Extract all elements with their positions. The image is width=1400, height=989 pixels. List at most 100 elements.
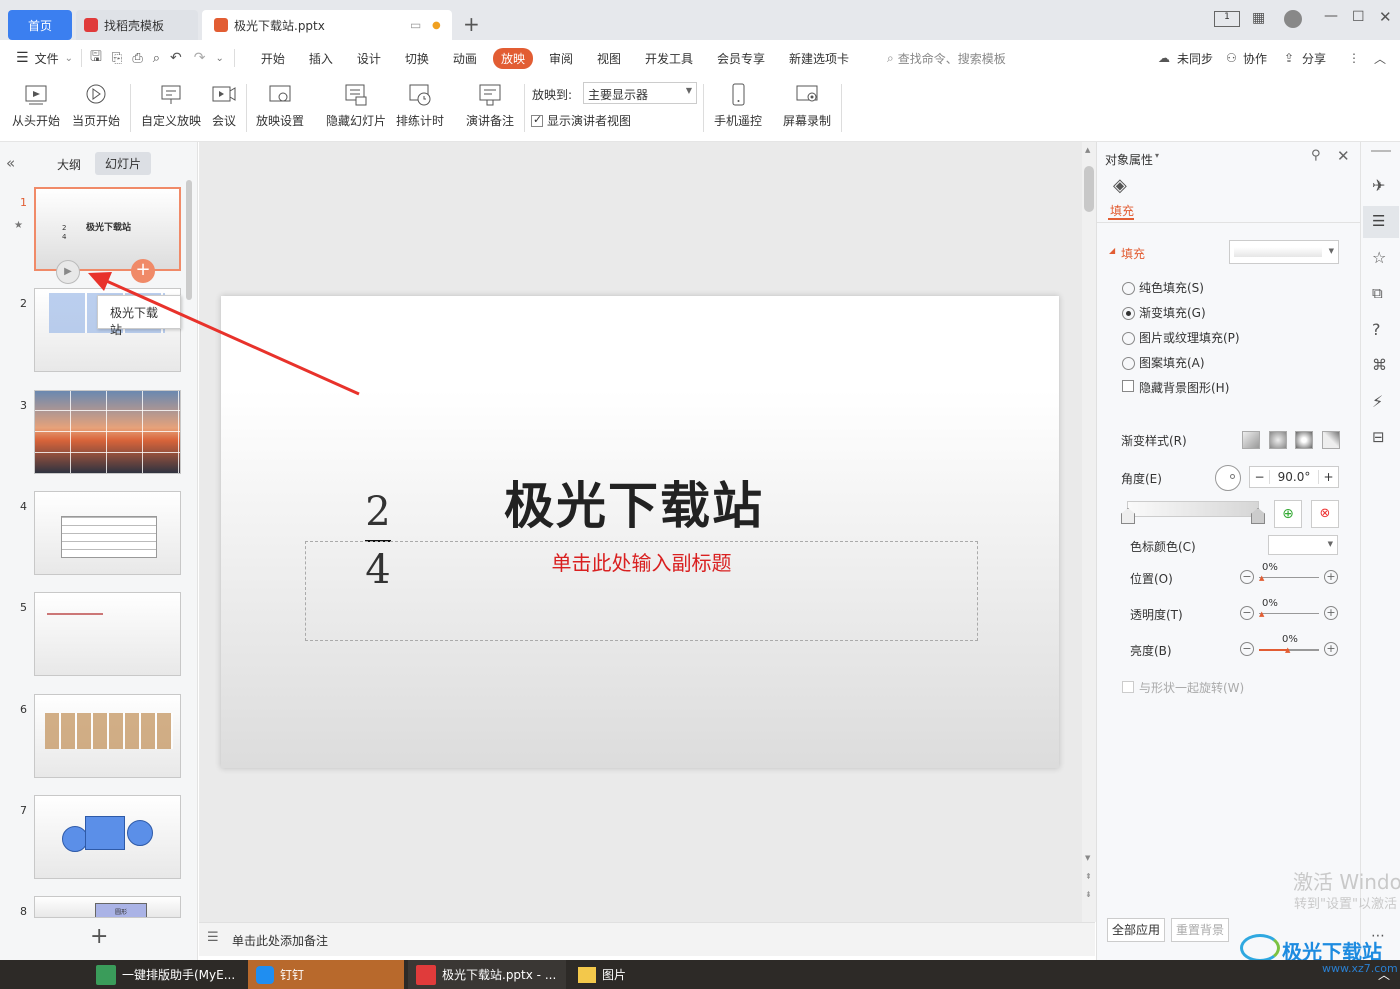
taskbar-item-wps[interactable]: 极光下载站.pptx - ... (408, 960, 566, 989)
angle-dial[interactable] (1215, 465, 1241, 491)
brightness-value: 0% (1282, 634, 1298, 645)
speaker-notes-button[interactable]: 演讲备注 (466, 82, 514, 129)
slide-title[interactable]: 极光下载站 (504, 466, 764, 538)
close-panel-icon[interactable]: ✕ (1337, 147, 1350, 165)
layout-icon[interactable]: 1 (1214, 11, 1240, 27)
panel-header[interactable]: 对象属性 (1105, 151, 1153, 168)
site-url: www.xz7.com (1322, 962, 1398, 975)
collapse-ribbon-icon[interactable]: ︿ (1374, 50, 1386, 67)
subtitle-placeholder[interactable]: 单击此处输入副标题 (305, 541, 978, 641)
hide-bg-row[interactable] (1122, 378, 1134, 392)
gradient-bar[interactable] (1127, 501, 1259, 517)
scroll-up-icon: ▲ (1085, 146, 1091, 154)
fill-section-title[interactable]: 填充 (1121, 245, 1145, 262)
screen-record-button[interactable]: 屏幕录制 (783, 82, 831, 129)
angle-increase-button[interactable]: + (1318, 470, 1338, 484)
help-icon[interactable]: ? (1372, 320, 1381, 339)
more-icon[interactable]: ⋮ (1348, 51, 1360, 65)
slide-thumb-4[interactable] (34, 491, 181, 575)
menu-tab-4[interactable]: 动画 (453, 50, 477, 67)
slide-thumb-3[interactable] (34, 390, 181, 474)
presenter-view-checkbox[interactable]: ✓ (531, 113, 543, 127)
delete-stop-icon[interactable]: ⊗ (1311, 500, 1339, 528)
linear-gradient-icon[interactable] (1242, 431, 1260, 449)
transition-icon[interactable]: ⧉ (1372, 284, 1383, 302)
phone-remote-button[interactable]: 手机遥控 (714, 82, 762, 129)
fill-option-radio-2[interactable] (1122, 332, 1135, 345)
menu-tab-6[interactable]: 审阅 (549, 50, 573, 67)
avatar[interactable] (1284, 10, 1302, 28)
fill-option-radio-1[interactable] (1122, 307, 1135, 320)
slide-thumb-6[interactable] (34, 694, 181, 778)
thumb8-shape: 圆形 (95, 903, 147, 917)
transparency-slider[interactable] (1259, 613, 1319, 614)
star-icon[interactable]: ☆ (1372, 248, 1386, 267)
angle-stepper[interactable]: − 90.0° + (1249, 466, 1339, 488)
reset-background-button[interactable]: 重置背景 (1171, 918, 1229, 942)
rehearse-button[interactable]: 排练计时 (396, 82, 444, 129)
radial-gradient-icon[interactable] (1269, 431, 1287, 449)
menu-tab-9[interactable]: 会员专享 (717, 50, 765, 67)
transparency-plus-button[interactable]: + (1324, 606, 1338, 620)
menu-tab-5[interactable]: 放映 (492, 47, 533, 69)
menu-tab-3[interactable]: 切换 (405, 50, 429, 67)
subtitle-text: 单击此处输入副标题 (551, 551, 732, 575)
brightness-minus-button[interactable]: − (1240, 642, 1254, 656)
site-logo (1240, 934, 1280, 962)
taskbar-item-dingtalk[interactable]: 钉钉 (248, 960, 404, 989)
maximize-icon[interactable]: ☐ (1352, 9, 1365, 25)
rect-gradient-icon[interactable] (1295, 431, 1313, 449)
brightness-plus-button[interactable]: + (1324, 642, 1338, 656)
angle-value[interactable]: 90.0° (1270, 470, 1318, 484)
monitor-icon[interactable]: ▭ (410, 18, 421, 32)
fill-option-0[interactable]: 纯色填充(S) (1122, 279, 1204, 296)
slide-thumb-7[interactable] (34, 795, 181, 879)
fill-option-radio-0[interactable] (1122, 282, 1135, 295)
rocket-icon[interactable]: ✈ (1372, 176, 1385, 195)
presenter-view-toggle[interactable]: ✓ 显示演讲者视图 (531, 112, 631, 129)
menu-tab-10[interactable]: 新建选项卡 (789, 50, 849, 67)
apps-grid-icon[interactable]: ▦ (1252, 10, 1265, 26)
angle-decrease-button[interactable]: − (1250, 470, 1270, 484)
taskbar-item-pictures[interactable]: 图片 (570, 960, 720, 989)
fill-option-1[interactable]: 渐变填充(G) (1122, 304, 1206, 321)
apply-all-button[interactable]: 全部应用 (1107, 918, 1165, 942)
slide-thumb-8[interactable]: 圆形 (34, 896, 181, 918)
smart-icon[interactable]: ⚡ (1372, 392, 1383, 411)
fill-option-label-1: 渐变填充(G) (1139, 306, 1206, 320)
sync-status[interactable]: 未同步 (1177, 50, 1213, 67)
scroll-thumb[interactable] (1084, 166, 1094, 212)
collab-button[interactable]: 协作 (1243, 50, 1267, 67)
taskbar-item-myeditor[interactable]: 一键排版助手(MyE... (88, 960, 246, 989)
fill-option-3[interactable]: 图案填充(A) (1122, 354, 1205, 371)
position-slider[interactable] (1259, 577, 1319, 578)
position-minus-button[interactable]: − (1240, 570, 1254, 584)
position-label: 位置(O) (1130, 572, 1173, 586)
menu-tab-7[interactable]: 视图 (597, 50, 621, 67)
new-tab-button[interactable]: + (463, 12, 480, 36)
fill-tab[interactable]: 填充 (1110, 202, 1134, 219)
add-slide-bottom-button[interactable]: + (90, 924, 108, 949)
share-button[interactable]: 分享 (1302, 50, 1326, 67)
close-window-icon[interactable]: ✕ (1379, 8, 1392, 26)
position-plus-button[interactable]: + (1324, 570, 1338, 584)
fill-option-2[interactable]: 图片或纹理填充(P) (1122, 329, 1240, 346)
properties-tab[interactable]: ☰ (1363, 206, 1399, 238)
path-gradient-icon[interactable] (1322, 431, 1340, 449)
transparency-minus-button[interactable]: − (1240, 606, 1254, 620)
command-search[interactable]: 查找命令、搜索模板 (898, 50, 1006, 67)
menu-tab-8[interactable]: 开发工具 (645, 50, 693, 67)
play-to-select[interactable]: 主要显示器 ▼ (583, 82, 697, 104)
add-stop-icon[interactable]: ⊕ (1274, 500, 1302, 528)
slide-thumb-5[interactable] (34, 592, 181, 676)
next-page-icon: ⇟ (1085, 890, 1092, 899)
fill-option-radio-3[interactable] (1122, 357, 1135, 370)
canvas-scrollbar[interactable]: ▲ ▼ ⇞ ⇟ (1082, 142, 1096, 922)
fill-preset-select[interactable]: ▼ (1229, 240, 1339, 264)
notes-bar[interactable]: ☰ 单击此处添加备注 (199, 922, 1095, 956)
minimize-icon[interactable]: — (1324, 8, 1338, 24)
book-icon[interactable]: ⊟ (1372, 428, 1385, 446)
stop-color-select[interactable]: ▼ (1268, 535, 1338, 555)
pin-icon[interactable]: ⚲ (1311, 148, 1321, 163)
template-icon[interactable]: ⌘ (1372, 356, 1387, 374)
